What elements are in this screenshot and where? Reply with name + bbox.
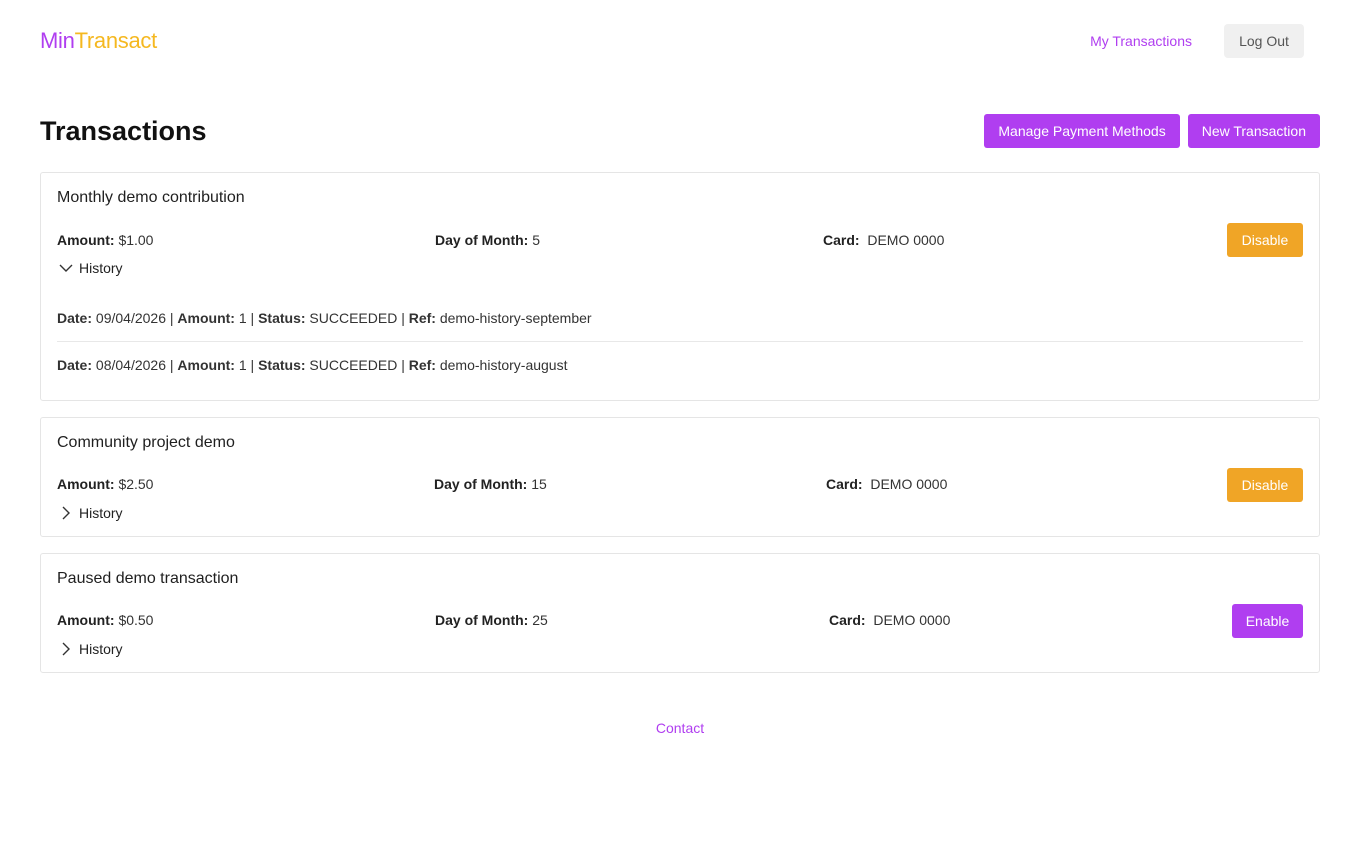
logout-button[interactable]: Log Out	[1224, 24, 1304, 58]
history-status-value: SUCCEEDED	[309, 357, 398, 373]
history-ref-label: Ref:	[408, 310, 436, 326]
nav-my-transactions-link[interactable]: My Transactions	[1090, 33, 1192, 49]
separator: |	[397, 310, 409, 326]
history-label: History	[79, 641, 123, 657]
page-footer: Contact	[0, 720, 1360, 738]
history-amount-value: 1	[238, 357, 247, 373]
history-ref-value: demo-history-august	[439, 357, 568, 373]
amount-field: Amount: $0.50	[57, 612, 153, 628]
disable-button[interactable]: Disable	[1227, 468, 1303, 502]
transaction-card: Paused demo transaction Amount: $0.50 Da…	[40, 553, 1320, 673]
separator: |	[165, 310, 178, 326]
history-status-label: Status:	[258, 357, 306, 373]
card-label: Card:	[829, 612, 866, 628]
day-of-month-label: Day of Month:	[435, 612, 529, 628]
amount-value: $2.50	[118, 476, 154, 492]
history-ref-value: demo-history-september	[439, 310, 592, 326]
history-ref-label: Ref:	[408, 357, 436, 373]
history-amount-value: 1	[238, 310, 247, 326]
transaction-title: Paused demo transaction	[57, 570, 239, 587]
transaction-card: Community project demo Amount: $2.50 Day…	[40, 417, 1320, 537]
amount-label: Amount:	[57, 232, 115, 248]
page-actions: Manage Payment Methods New Transaction	[984, 114, 1320, 148]
history-toggle[interactable]: History	[57, 640, 123, 658]
history-date-label: Date:	[57, 310, 93, 326]
history-divider	[57, 341, 1303, 342]
amount-value: $1.00	[118, 232, 154, 248]
app-logo[interactable]: MinTransact	[40, 28, 157, 54]
day-of-month-label: Day of Month:	[435, 232, 529, 248]
separator: |	[165, 357, 178, 373]
day-of-month-field: Day of Month: 15	[434, 476, 547, 492]
top-nav: My Transactions Log Out	[1090, 24, 1304, 58]
card-field: Card: DEMO 0000	[823, 232, 944, 248]
separator: |	[397, 357, 409, 373]
logo-text-transact: Transact	[74, 28, 158, 53]
amount-value: $0.50	[118, 612, 154, 628]
chevron-down-icon	[59, 264, 73, 272]
new-transaction-button[interactable]: New Transaction	[1187, 114, 1320, 148]
day-of-month-field: Day of Month: 25	[435, 612, 548, 628]
page-title: Transactions	[40, 115, 207, 146]
card-label: Card:	[823, 232, 860, 248]
day-of-month-value: 15	[531, 476, 547, 492]
amount-label: Amount:	[57, 612, 115, 628]
day-of-month-field: Day of Month: 5	[435, 232, 540, 248]
card-value: DEMO 0000	[867, 232, 945, 248]
history-toggle[interactable]: History	[57, 259, 123, 277]
card-field: Card: DEMO 0000	[826, 476, 947, 492]
card-label: Card:	[826, 476, 863, 492]
transaction-card: Monthly demo contribution Amount: $1.00 …	[40, 172, 1320, 401]
card-field: Card: DEMO 0000	[829, 612, 950, 628]
day-of-month-value: 25	[532, 612, 548, 628]
transaction-title: Monthly demo contribution	[57, 189, 245, 206]
disable-button[interactable]: Disable	[1227, 223, 1303, 257]
manage-payment-methods-button[interactable]: Manage Payment Methods	[984, 114, 1180, 148]
history-label: History	[79, 260, 123, 276]
day-of-month-label: Day of Month:	[434, 476, 528, 492]
chevron-right-icon	[62, 642, 70, 656]
chevron-right-icon	[62, 506, 70, 520]
history-amount-label: Amount:	[177, 310, 235, 326]
history-toggle[interactable]: History	[57, 504, 123, 522]
amount-field: Amount: $2.50	[57, 476, 153, 492]
history-amount-label: Amount:	[177, 357, 235, 373]
history-date-value: 08/04/2026	[95, 357, 166, 373]
logo-text-min: Min	[40, 28, 75, 53]
history-status-label: Status:	[258, 310, 306, 326]
history-date-label: Date:	[57, 357, 93, 373]
page-title-row: Transactions Manage Payment Methods New …	[40, 114, 1320, 148]
enable-button[interactable]: Enable	[1232, 604, 1303, 638]
separator: |	[246, 357, 259, 373]
history-entry: Date: 08/04/2026 | Amount: 1 | Status: S…	[57, 357, 1303, 373]
history-date-value: 09/04/2026	[95, 310, 166, 326]
amount-label: Amount:	[57, 476, 115, 492]
contact-link[interactable]: Contact	[656, 720, 704, 736]
history-status-value: SUCCEEDED	[309, 310, 398, 326]
app-header: MinTransact My Transactions Log Out	[40, 24, 1304, 58]
card-value: DEMO 0000	[870, 476, 948, 492]
day-of-month-value: 5	[532, 232, 541, 248]
history-entry: Date: 09/04/2026 | Amount: 1 | Status: S…	[57, 310, 1303, 326]
card-value: DEMO 0000	[873, 612, 951, 628]
amount-field: Amount: $1.00	[57, 232, 153, 248]
transaction-title: Community project demo	[57, 434, 235, 451]
history-label: History	[79, 505, 123, 521]
separator: |	[246, 310, 259, 326]
